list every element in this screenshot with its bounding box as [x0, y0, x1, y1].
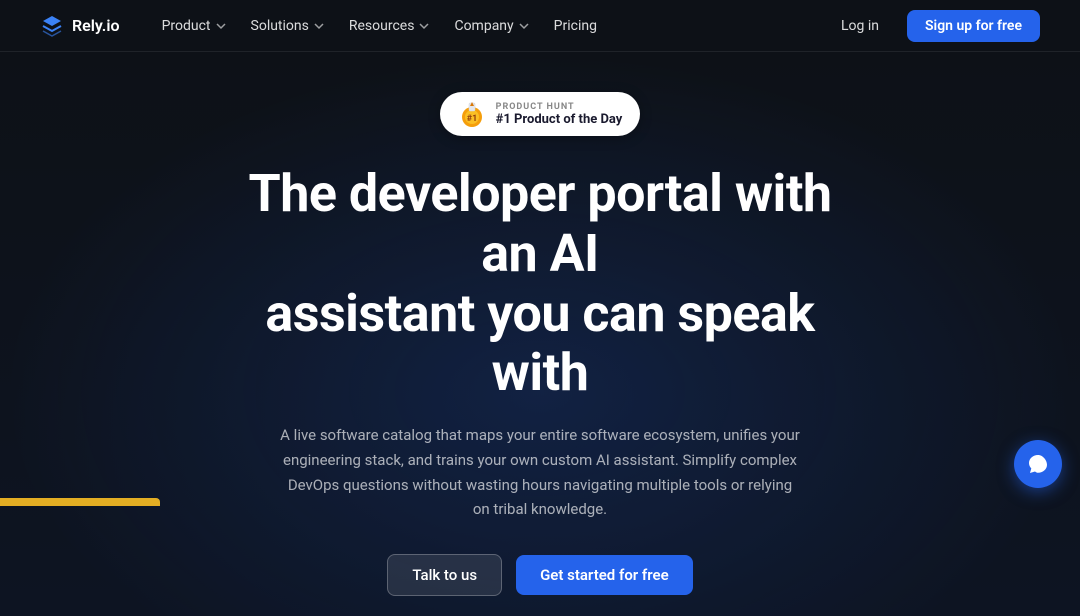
- svg-text:#1: #1: [466, 114, 477, 124]
- signup-button[interactable]: Sign up for free: [907, 10, 1040, 42]
- nav-item-solutions[interactable]: Solutions: [241, 12, 335, 40]
- nav-item-company[interactable]: Company: [444, 12, 539, 40]
- medal-icon: #1: [458, 100, 486, 128]
- nav-right: Log in Sign up for free: [829, 10, 1040, 42]
- nav-item-pricing[interactable]: Pricing: [544, 12, 607, 40]
- nav-item-product[interactable]: Product: [152, 12, 237, 40]
- product-hunt-badge: #1 PRODUCT HUNT #1 Product of the Day: [440, 92, 641, 136]
- chevron-down-icon: [418, 20, 430, 32]
- nav-item-resources[interactable]: Resources: [339, 12, 441, 40]
- badge-label-main: #1 Product of the Day: [496, 112, 623, 127]
- logo-icon: [40, 14, 64, 38]
- navbar: Rely.io Product Solutions Resources: [0, 0, 1080, 52]
- login-button[interactable]: Log in: [829, 12, 891, 40]
- chat-icon: [1027, 453, 1049, 475]
- nav-left: Rely.io Product Solutions Resources: [40, 12, 607, 40]
- chat-button[interactable]: [1014, 440, 1062, 488]
- chevron-down-icon: [313, 20, 325, 32]
- brand-name: Rely.io: [72, 16, 120, 35]
- hero-section: #1 PRODUCT HUNT #1 Product of the Day Th…: [0, 52, 1080, 616]
- logo[interactable]: Rely.io: [40, 14, 120, 38]
- chevron-down-icon: [518, 20, 530, 32]
- badge-content: PRODUCT HUNT #1 Product of the Day: [496, 102, 623, 127]
- hero-title: The developer portal with an AI assistan…: [220, 164, 860, 403]
- get-started-button[interactable]: Get started for free: [516, 555, 693, 595]
- hero-subtitle: A live software catalog that maps your e…: [280, 423, 800, 522]
- chevron-down-icon: [215, 20, 227, 32]
- talk-button[interactable]: Talk to us: [387, 554, 502, 596]
- badge-label-top: PRODUCT HUNT: [496, 102, 575, 112]
- bottom-hint-bar: [0, 498, 160, 506]
- nav-links: Product Solutions Resources Company: [152, 12, 607, 40]
- hero-buttons: Talk to us Get started for free: [387, 554, 692, 596]
